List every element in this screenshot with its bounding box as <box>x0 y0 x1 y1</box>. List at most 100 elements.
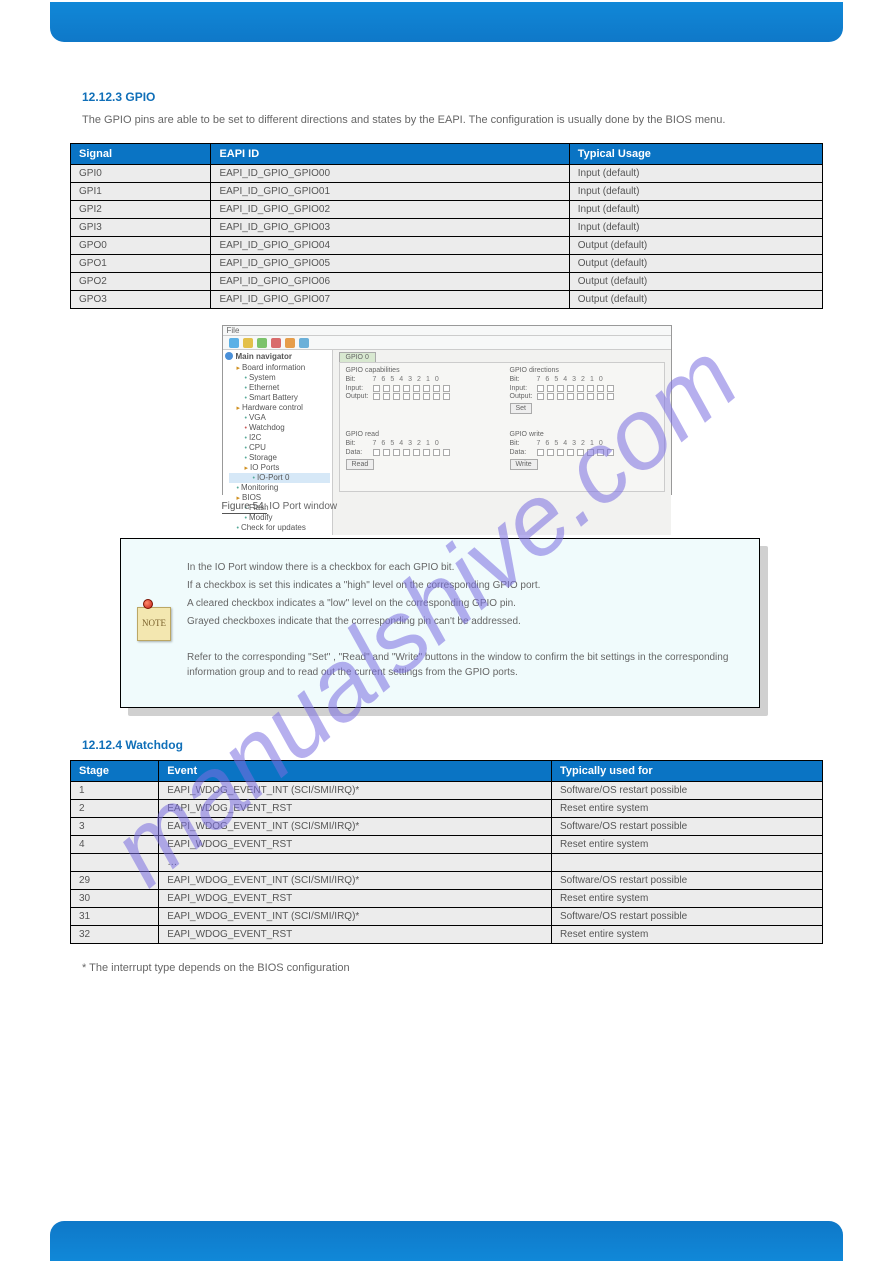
top-banner <box>50 2 843 42</box>
grp-cap-title: GPIO capabilities <box>346 367 494 374</box>
tree-monitoring[interactable]: Monitoring <box>229 483 330 493</box>
dir-input-bit[interactable] <box>537 385 544 392</box>
table-cell <box>71 853 159 871</box>
table-row: GPO3EAPI_ID_GPIO_GPIO07Output (default) <box>71 290 823 308</box>
write-data-bit[interactable] <box>557 449 564 456</box>
read-data-bit <box>423 449 430 456</box>
read-data-bit <box>393 449 400 456</box>
dir-input-bit[interactable] <box>607 385 614 392</box>
dir-output-bit[interactable] <box>547 393 554 400</box>
bit-label: 1 <box>590 440 594 447</box>
lbl-bit: Bit: <box>346 440 370 447</box>
bit-label: 2 <box>417 376 421 383</box>
dir-input-bit[interactable] <box>567 385 574 392</box>
tree-storage[interactable]: Storage <box>229 453 330 463</box>
table-cell: EAPI_WDOG_EVENT_INT (SCI/SMI/IRQ)* <box>159 781 552 799</box>
dir-output-bit[interactable] <box>557 393 564 400</box>
write-data-bit[interactable] <box>567 449 574 456</box>
tree-io-ports[interactable]: IO Ports <box>229 463 330 473</box>
tab-gpio0[interactable]: GPIO 0 <box>339 352 376 362</box>
menubar[interactable]: File <box>223 326 671 336</box>
toolbar-icon[interactable] <box>243 338 253 348</box>
dir-input-bit[interactable] <box>577 385 584 392</box>
dir-output-bit[interactable] <box>567 393 574 400</box>
bit-label: 5 <box>554 376 558 383</box>
toolbar <box>223 336 671 350</box>
table-cell: Input (default) <box>569 200 822 218</box>
read-data-bit <box>443 449 450 456</box>
table-row: … <box>71 853 823 871</box>
write-data-bit[interactable] <box>537 449 544 456</box>
write-data-bit[interactable] <box>607 449 614 456</box>
watchdog-footnote: * The interrupt type depends on the BIOS… <box>82 960 823 977</box>
note-line: If a checkbox is set this indicates a "h… <box>187 578 737 593</box>
bit-label: 3 <box>572 440 576 447</box>
write-data-bit[interactable] <box>587 449 594 456</box>
dir-input-bit[interactable] <box>597 385 604 392</box>
dir-output-bit[interactable] <box>597 393 604 400</box>
table-cell: 4 <box>71 835 159 853</box>
tree-cpu[interactable]: CPU <box>229 443 330 453</box>
write-data-bit[interactable] <box>577 449 584 456</box>
tree-io-port0[interactable]: IO-Port 0 <box>229 473 330 483</box>
figure-wrap: File Main navigator Board information <box>222 325 672 512</box>
grp-directions: GPIO directions Bit:76543210 Input: Outp… <box>510 367 658 427</box>
bit-label: 6 <box>381 376 385 383</box>
dir-input-bit[interactable] <box>557 385 564 392</box>
table-cell: … <box>159 853 552 871</box>
menu-file[interactable]: File <box>227 326 240 335</box>
dir-output-bit[interactable] <box>607 393 614 400</box>
table-cell: EAPI_ID_GPIO_GPIO03 <box>211 218 569 236</box>
write-data-bit[interactable] <box>597 449 604 456</box>
table-cell: EAPI_ID_GPIO_GPIO02 <box>211 200 569 218</box>
table-cell: EAPI_WDOG_EVENT_INT (SCI/SMI/IRQ)* <box>159 817 552 835</box>
bit-label: 0 <box>435 440 439 447</box>
toolbar-icon[interactable] <box>229 338 239 348</box>
dir-input-bit[interactable] <box>587 385 594 392</box>
table-cell: Reset entire system <box>551 835 822 853</box>
dir-output-bit[interactable] <box>577 393 584 400</box>
toolbar-icon[interactable] <box>271 338 281 348</box>
table-row: GPO2EAPI_ID_GPIO_GPIO06Output (default) <box>71 272 823 290</box>
tree-watchdog[interactable]: Watchdog <box>229 423 330 433</box>
set-button[interactable]: Set <box>510 403 533 414</box>
bit-label: 3 <box>408 376 412 383</box>
tree-vga[interactable]: VGA <box>229 413 330 423</box>
toolbar-icon[interactable] <box>285 338 295 348</box>
toolbar-icon[interactable] <box>299 338 309 348</box>
lbl-bit: Bit: <box>510 440 534 447</box>
bit-label: 7 <box>373 376 377 383</box>
tree-i2c[interactable]: I2C <box>229 433 330 443</box>
bit-label: 1 <box>426 376 430 383</box>
lbl-data: Data: <box>346 449 370 456</box>
table-cell: EAPI_WDOG_EVENT_RST <box>159 799 552 817</box>
lbl-output: Output: <box>510 393 534 400</box>
bit-label: 6 <box>545 376 549 383</box>
tree-system[interactable]: System <box>229 373 330 383</box>
table-row: 31EAPI_WDOG_EVENT_INT (SCI/SMI/IRQ)*Soft… <box>71 907 823 925</box>
grp-capabilities: GPIO capabilities Bit:76543210 Input: Ou… <box>346 367 494 427</box>
tree-updates[interactable]: Check for updates <box>229 523 330 533</box>
toolbar-icon[interactable] <box>257 338 267 348</box>
write-button[interactable]: Write <box>510 459 538 470</box>
write-data-bit[interactable] <box>547 449 554 456</box>
dir-output-bit[interactable] <box>537 393 544 400</box>
cap-output-bit <box>423 393 430 400</box>
tree-board-info[interactable]: Board information <box>229 363 330 373</box>
dir-output-bit[interactable] <box>587 393 594 400</box>
read-data-bit <box>373 449 380 456</box>
tree-smart-battery[interactable]: Smart Battery <box>229 393 330 403</box>
nav-title-text: Main navigator <box>236 352 292 361</box>
dir-input-bit[interactable] <box>547 385 554 392</box>
tree-ethernet[interactable]: Ethernet <box>229 383 330 393</box>
table-row: GPI1EAPI_ID_GPIO_GPIO01Input (default) <box>71 182 823 200</box>
cap-input-bit <box>433 385 440 392</box>
read-button[interactable]: Read <box>346 459 375 470</box>
table-cell: Software/OS restart possible <box>551 817 822 835</box>
table-cell: GPI2 <box>71 200 211 218</box>
table-cell <box>551 853 822 871</box>
tree-modify[interactable]: Modify <box>229 513 330 523</box>
tree-hw-control[interactable]: Hardware control <box>229 403 330 413</box>
cap-output-bit <box>403 393 410 400</box>
table-cell: Software/OS restart possible <box>551 871 822 889</box>
